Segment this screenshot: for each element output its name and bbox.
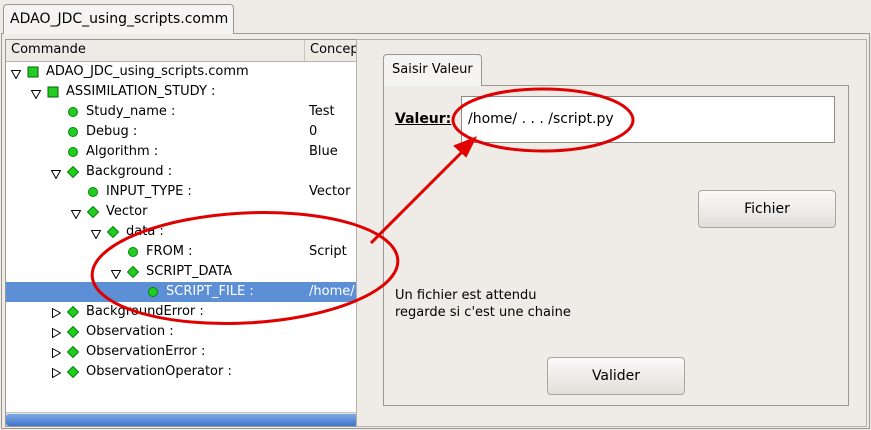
tree-row-label: SCRIPT_DATA [146,264,232,279]
green-circle-icon [67,146,79,158]
tree-row[interactable]: ObservationError : [6,342,359,362]
tree-row-value: Script [309,244,347,259]
document-tab[interactable]: ADAO_JDC_using_scripts.comm [3,4,234,34]
valeur-input-text: /home/ . . . /script.py [468,111,614,127]
green-circle-icon [67,126,79,138]
green-diamond-icon [86,205,100,219]
expand-toggle-closed-icon[interactable] [52,347,62,359]
tree-row[interactable]: SCRIPT_FILE : /home/ [6,282,359,302]
expand-toggle-open-icon[interactable] [10,68,22,80]
tree-row[interactable]: INPUT_TYPE : Vector [6,182,359,202]
expand-toggle-open-icon[interactable] [30,88,42,100]
document-tab-label: ADAO_JDC_using_scripts.comm [10,11,229,27]
tree-row-label: data : [126,224,164,239]
tree-row-label: ADAO_JDC_using_scripts.comm [46,64,249,79]
green-circle-icon [87,186,99,198]
tree-row[interactable]: ASSIMILATION_STUDY : [6,82,359,102]
tree-row-value: Test [309,104,335,119]
tree-row-label: Algorithm : [86,144,159,159]
green-square-icon [47,86,59,98]
expand-toggle-closed-icon[interactable] [52,327,62,339]
status-message-line-2: regarde si c'est une chaine [395,305,571,320]
expand-toggle-open-icon[interactable] [50,168,62,180]
scrollbar-thumb[interactable] [6,414,358,426]
tree-row-label: ASSIMILATION_STUDY : [66,84,216,99]
tree-row[interactable]: FROM : Script [6,242,359,262]
green-diamond-icon [66,165,80,179]
green-square-icon [27,66,39,78]
tree-row-label: ObservationError : [86,344,206,359]
tab-saisir-valeur-label: Saisir Valeur [392,62,473,77]
tree-row-label: Background : [86,164,173,179]
expand-toggle-open-icon[interactable] [70,208,82,220]
green-diamond-icon [66,345,80,359]
green-diamond-icon [106,225,120,239]
tree-row[interactable]: ObservationOperator : [6,362,359,382]
green-diamond-icon [66,305,80,319]
expand-toggle-closed-icon[interactable] [52,307,62,319]
tree-row[interactable]: data : [6,222,359,242]
expand-toggle-open-icon[interactable] [90,228,102,240]
tree-row-label: Vector [106,204,148,219]
valeur-label: Valeur: [395,111,452,127]
tree-row-label: INPUT_TYPE : [106,184,192,199]
tree-row-label: Study_name : [86,104,176,119]
green-diamond-icon [126,265,140,279]
tree-row[interactable]: Vector [6,202,359,222]
column-header-concept[interactable]: Concept [305,40,359,61]
green-circle-icon [127,246,139,258]
tree-row-label: FROM : [146,244,193,259]
valeur-input[interactable]: /home/ . . . /script.py [461,96,835,143]
tree-row-label: ObservationOperator : [86,364,232,379]
tree-row[interactable]: Study_name : Test [6,102,359,122]
tree-header: Commande Concept [6,40,359,62]
tree-row-value: /home/ [309,284,355,299]
green-circle-icon [147,286,159,298]
tree-horizontal-scrollbar[interactable] [6,412,359,426]
status-message-line-1: Un fichier est attendu [395,288,537,303]
expand-toggle-closed-icon[interactable] [52,367,62,379]
command-tree: Commande Concept ADAO_JDC_using_scripts.… [5,39,360,427]
tree-row-label: SCRIPT_FILE : [166,284,254,299]
tree-row[interactable]: Debug : 0 [6,122,359,142]
green-circle-icon [67,106,79,118]
expand-toggle-open-icon[interactable] [110,268,122,280]
green-diamond-icon [66,325,80,339]
green-diamond-icon [66,365,80,379]
tree-row[interactable]: ADAO_JDC_using_scripts.comm [6,62,359,82]
tree-row[interactable]: Algorithm : Blue [6,142,359,162]
tree-row-label: Observation : [86,324,174,339]
tree-row[interactable]: Background : [6,162,359,182]
tree-row-value: 0 [309,124,318,139]
tree-row-value: Vector [309,184,351,199]
tree-row-label: BackgroundError : [86,304,204,319]
tab-saisir-valeur[interactable]: Saisir Valeur [383,54,482,86]
tree-row[interactable]: SCRIPT_DATA [6,262,359,282]
valider-button[interactable]: Valider [547,357,685,395]
fichier-button[interactable]: Fichier [698,190,836,228]
tree-row-value: Blue [309,144,338,159]
column-header-commande[interactable]: Commande [6,40,305,61]
tree-row-label: Debug : [86,124,138,139]
tree-row[interactable]: Observation : [6,322,359,342]
tree-row[interactable]: BackgroundError : [6,302,359,322]
status-message: Un fichier est attendu regarde si c'est … [395,287,571,321]
